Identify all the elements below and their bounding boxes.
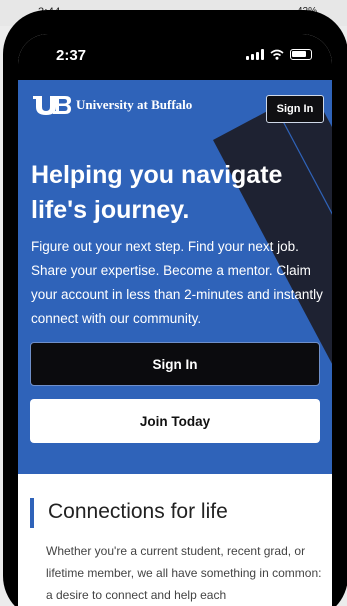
- connections-section: Connections for life Whether you're a cu…: [18, 474, 332, 606]
- brand-name: University at Buffalo: [76, 97, 193, 112]
- photo-background: 3:44 42% 2:37: [0, 0, 347, 606]
- section-title: Connections for life: [48, 500, 228, 523]
- join-today-button[interactable]: Join Today: [30, 399, 320, 443]
- status-icons: [246, 49, 312, 60]
- university-logo[interactable]: University at Buffalo: [32, 94, 192, 116]
- status-bar: 2:37: [18, 34, 332, 80]
- section-accent-bar: [30, 498, 34, 528]
- wifi-icon: [270, 49, 284, 60]
- battery-icon: [290, 49, 312, 60]
- status-time: 2:37: [56, 47, 87, 64]
- top-bar: University at Buffalo Sign In: [18, 80, 332, 136]
- section-body: Whether you're a current student, recent…: [46, 544, 322, 602]
- phone-screen: 2:37 University at Buffalo Sign In Helpi…: [18, 34, 332, 606]
- hero-section: University at Buffalo Sign In Helping yo…: [18, 80, 332, 474]
- signal-icon: [246, 49, 264, 60]
- header-sign-in-button[interactable]: Sign In: [266, 95, 324, 123]
- ub-logo-icon: [33, 96, 71, 115]
- hero-headline: Helping you navigate life's journey.: [31, 161, 283, 224]
- sign-in-button[interactable]: Sign In: [30, 342, 320, 386]
- hero-description: Figure out your next step. Find your nex…: [31, 239, 323, 326]
